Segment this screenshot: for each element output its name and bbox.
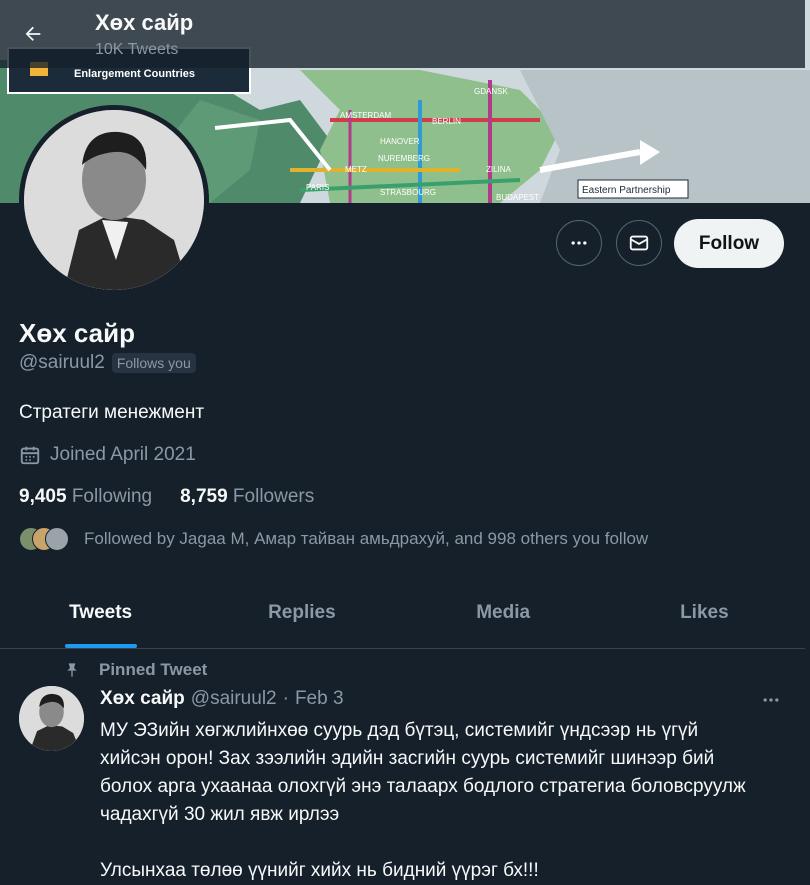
- profile-avatar[interactable]: [19, 105, 209, 295]
- calendar-icon: [20, 446, 40, 465]
- tab-label: Replies: [268, 602, 336, 623]
- profile-tabs: Tweets Replies Media Likes: [0, 578, 805, 649]
- banner-map-label: HANOVER: [380, 137, 420, 146]
- tab-media[interactable]: Media: [403, 578, 604, 648]
- handle-row: @sairuul2 Follows you: [19, 352, 196, 374]
- tweet-author-handle[interactable]: @sairuul2: [191, 688, 277, 710]
- tab-label: Tweets: [69, 602, 133, 623]
- followed-by-text: Followed by Jagaa M, Амар тайван амьдрах…: [84, 529, 649, 548]
- tweet-author-name[interactable]: Хөх сайр: [100, 688, 185, 710]
- banner-map-label: STRASBOURG: [380, 188, 436, 197]
- tweet-author-avatar[interactable]: [19, 686, 84, 751]
- top-bar-title-block: Хөх сайр 10K Tweets: [95, 10, 193, 59]
- more-icon: [763, 698, 779, 702]
- more-icon: [571, 241, 587, 245]
- back-arrow-icon: [25, 26, 41, 41]
- tweet-more-button[interactable]: [756, 688, 786, 712]
- profile-handle: @sairuul2: [19, 352, 105, 373]
- pinned-label: Pinned Tweet: [99, 660, 208, 679]
- follower-avatar: [45, 527, 69, 551]
- follows-you-badge: Follows you: [111, 353, 196, 373]
- top-bar: Хөх сайр 10K Tweets: [0, 0, 805, 68]
- banner-map-label: GDANSK: [474, 87, 508, 96]
- followers-link[interactable]: 8,759 Followers: [180, 486, 314, 508]
- joined-date: Joined April 2021: [50, 444, 196, 465]
- tab-label: Media: [476, 602, 531, 623]
- tweet-count: 10K Tweets: [95, 40, 179, 58]
- banner-map-label: ZILINA: [486, 165, 512, 174]
- tweet-separator: ·: [282, 688, 289, 709]
- tab-label: Likes: [680, 602, 729, 623]
- banner-map-label: AMSTERDAM: [340, 111, 391, 120]
- follow-button[interactable]: Follow: [674, 219, 784, 268]
- avatar-image: [24, 110, 204, 290]
- more-button[interactable]: [556, 220, 602, 266]
- profile-name: Хөх сайр: [19, 318, 136, 348]
- pinned-indicator: Pinned Tweet: [64, 660, 207, 680]
- tweet-paragraph: МУ ЭЗийн хөгжлийнхөө суурь дэд бүтэц, си…: [100, 720, 746, 825]
- joined-row: Joined April 2021: [19, 444, 196, 466]
- follow-stats: 9,405 Following 8,759 Followers: [19, 486, 342, 508]
- followers-label: Followers: [232, 486, 315, 507]
- following-link[interactable]: 9,405 Following: [19, 486, 152, 508]
- tweet-paragraph: Улсынхаа төлөө үүнийг хийх нь бидний үүр…: [100, 860, 539, 881]
- tweet-text: МУ ЭЗийн хөгжлийнхөө суурь дэд бүтэц, си…: [100, 717, 760, 885]
- message-icon: [629, 235, 649, 251]
- back-button[interactable]: [11, 12, 55, 56]
- message-button[interactable]: [616, 220, 662, 266]
- tweet-header: Хөх сайр @sairuul2 · Feb 3: [100, 688, 344, 710]
- following-count: 9,405: [19, 486, 67, 507]
- following-label: Following: [71, 486, 153, 507]
- banner-map-label: PARIS: [306, 183, 329, 192]
- banner-map-label-eastern: Eastern Partnership: [582, 185, 671, 196]
- top-bar-title: Хөх сайр: [95, 9, 194, 35]
- pin-icon: [67, 663, 77, 677]
- tab-tweets[interactable]: Tweets: [0, 578, 201, 648]
- followed-by-row[interactable]: Followed by Jagaa M, Амар тайван амьдрах…: [19, 527, 648, 551]
- profile-bio: Стратеги менежмент: [19, 402, 205, 423]
- banner-map-label: NUREMBERG: [378, 154, 430, 163]
- banner-map-label: BERLIN: [432, 117, 461, 126]
- tab-likes[interactable]: Likes: [604, 578, 805, 648]
- active-tab-indicator: [64, 644, 137, 648]
- followers-count: 8,759: [180, 486, 228, 507]
- banner-map-label: BUDAPEST: [496, 193, 539, 202]
- banner-map-label: METZ: [345, 165, 367, 174]
- banner-legend-text: Enlargement Countries: [74, 68, 195, 80]
- tab-replies[interactable]: Replies: [201, 578, 402, 648]
- tweet-date[interactable]: Feb 3: [295, 688, 344, 710]
- follower-avatars: [19, 527, 69, 551]
